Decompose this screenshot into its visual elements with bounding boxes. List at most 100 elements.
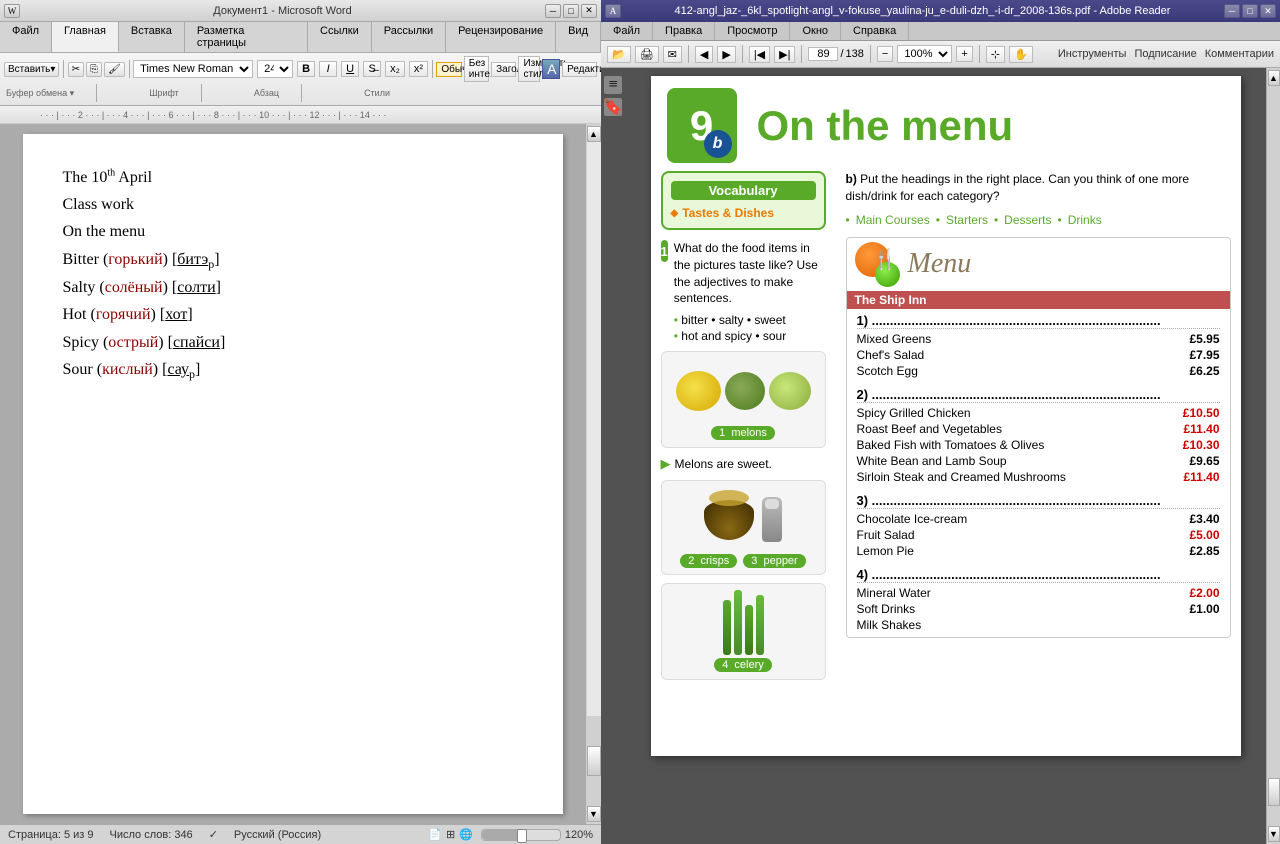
copy-button[interactable]: ⎘ — [86, 62, 102, 77]
word-line-classwork: Class work — [63, 191, 523, 218]
word-minimize-button[interactable]: ─ — [545, 4, 561, 18]
item-name: Chocolate Ice-cream — [857, 512, 968, 526]
superscript-button[interactable]: x² — [409, 61, 428, 77]
crisps-illustration — [668, 487, 819, 552]
italic-button[interactable]: I — [319, 61, 337, 77]
item-price: £1.00 — [1189, 602, 1219, 616]
paste-button[interactable]: Вставить▾ — [4, 62, 59, 77]
find-button[interactable]: A — [542, 59, 560, 79]
pdf-tools-button[interactable]: Инструменты — [1058, 48, 1127, 60]
item-name: Chef's Salad — [857, 348, 925, 362]
word-tab-mail[interactable]: Рассылки — [372, 22, 446, 52]
vocab-subtitle: ◆ Tastes & Dishes — [671, 206, 816, 220]
pdf-last-button[interactable]: ▶| — [774, 46, 795, 63]
bullet-dot2: • — [936, 213, 940, 227]
word-tab-insert[interactable]: Вставка — [119, 22, 185, 52]
font-size-select[interactable]: 24 — [257, 60, 293, 78]
menu-item-row: Soft Drinks £1.00 — [857, 601, 1220, 617]
pdf-open-button[interactable]: 📂 — [607, 46, 631, 63]
bold-button[interactable]: B — [297, 61, 315, 77]
word-scrollbar[interactable]: ▲ ▼ — [585, 124, 601, 824]
pdf-tab-view[interactable]: Просмотр — [715, 22, 790, 40]
pdf-prev-button[interactable]: ◀ — [695, 46, 713, 63]
word-line-hot: Hot (горячий) [хот] — [63, 301, 523, 328]
menu-fork-knife-icon: 🍴 — [873, 247, 898, 272]
pdf-select-button[interactable]: ⊹ — [986, 46, 1005, 63]
font-controls: Times New Roman 24 B I U S̶ x₂ x² — [133, 60, 428, 78]
bullet-item-1: bitter • salty • sweet — [674, 313, 826, 327]
pdf-zoom-in-button[interactable]: + — [956, 46, 972, 62]
scrollbar-up-button[interactable]: ▲ — [587, 126, 601, 142]
style-heading-button[interactable]: Заголов... — [491, 62, 516, 77]
diamond-icon: ◆ — [671, 208, 679, 219]
editing-button[interactable]: Редактирование▾ — [562, 62, 597, 77]
para-label: Абзац — [254, 88, 279, 98]
scrollbar-down-button[interactable]: ▼ — [587, 806, 601, 822]
category-starters: Starters — [946, 213, 988, 227]
subscript-button[interactable]: x₂ — [385, 61, 405, 77]
pdf-comments-button[interactable]: Комментарии — [1205, 48, 1274, 60]
menu-item-row: Fruit Salad £5.00 — [857, 527, 1220, 543]
word-tab-review[interactable]: Рецензирование — [446, 22, 556, 52]
style-normal-button[interactable]: Обычный — [436, 62, 461, 77]
pdf-zoom-out-button[interactable]: − — [877, 46, 893, 62]
style-noformat-button[interactable]: Без инте... — [464, 56, 489, 82]
item-name: Soft Drinks — [857, 602, 916, 616]
pdf-tab-window[interactable]: Окно — [790, 22, 841, 40]
pdf-email-button[interactable]: ✉ — [663, 46, 682, 63]
word-tab-home[interactable]: Главная — [52, 22, 119, 52]
zoom-slider[interactable] — [481, 829, 561, 841]
font-family-select[interactable]: Times New Roman — [133, 60, 253, 78]
pdf-sign-button[interactable]: Подписание — [1134, 48, 1196, 60]
bullet-item-2: hot and spicy • sour — [674, 329, 826, 343]
pdf-next-button[interactable]: ▶ — [717, 46, 735, 63]
menu-box: 🍴 Menu The Ship Inn 1) .................… — [846, 237, 1231, 638]
menu-categories: • Main Courses • Starters • Desserts • D… — [846, 213, 1231, 227]
view-web-icon[interactable]: 🌐 — [459, 828, 473, 841]
word-tab-file[interactable]: Файл — [0, 22, 52, 52]
pdf-zoom-select[interactable]: 100% — [897, 45, 952, 63]
pepper-label: 3 pepper — [743, 554, 805, 568]
word-window-title: Документ1 - Microsoft Word — [213, 5, 351, 17]
language: Русский (Россия) — [234, 829, 321, 841]
underline-button[interactable]: U — [341, 61, 359, 77]
pdf-tab-help[interactable]: Справка — [841, 22, 909, 40]
word-close-button[interactable]: ✕ — [581, 4, 597, 18]
word-tab-layout[interactable]: Разметка страницы — [185, 22, 308, 52]
view-print-icon[interactable]: 📄 — [428, 828, 442, 841]
pdf-bookmarks-icon[interactable]: 🔖 — [604, 98, 622, 116]
pdf-scroll-up-button[interactable]: ▲ — [1268, 70, 1280, 86]
scrollbar-thumb[interactable] — [587, 746, 601, 776]
pdf-scroll-down-button[interactable]: ▼ — [1268, 826, 1280, 842]
pdf-scroll-thumb[interactable] — [1268, 778, 1280, 806]
pdf-thumbs-icon[interactable]: ≡ — [604, 76, 622, 94]
format-painter-button[interactable]: 🖌 — [104, 62, 125, 77]
cut-button[interactable]: ✂ — [68, 62, 84, 77]
pdf-tab-edit[interactable]: Правка — [653, 22, 715, 40]
item-name: Spicy Grilled Chicken — [857, 406, 971, 420]
styles-label: Стили — [364, 88, 390, 98]
pdf-panel: Файл Правка Просмотр Окно Справка 📂 🖨 ✉ … — [601, 22, 1280, 844]
question-1-text: What do the food items in the pictures t… — [674, 240, 826, 307]
word-maximize-button[interactable]: □ — [563, 4, 579, 18]
strikethrough-button[interactable]: S̶ — [363, 61, 381, 77]
pdf-sidebar-strip: ≡ 🔖 — [601, 68, 625, 844]
pdf-maximize-button[interactable]: □ — [1242, 4, 1258, 18]
menu-section-4: 4) .....................................… — [847, 563, 1230, 637]
change-styles-button[interactable]: Изменить стили▾ — [518, 56, 540, 82]
pdf-close-button[interactable]: ✕ — [1260, 4, 1276, 18]
pdf-scrollbar[interactable]: ▲ ▼ — [1266, 68, 1280, 844]
word-tab-view[interactable]: Вид — [556, 22, 601, 52]
pdf-tab-file[interactable]: Файл — [601, 22, 653, 40]
view-fullscreen-icon[interactable]: ⊞ — [446, 828, 455, 841]
pdf-hand-button[interactable]: ✋ — [1009, 46, 1033, 63]
page-number-input[interactable]: 89 — [808, 47, 838, 61]
pdf-minimize-button[interactable]: ─ — [1224, 4, 1240, 18]
menu-section-3: 3) .....................................… — [847, 489, 1230, 563]
word-tab-refs[interactable]: Ссылки — [308, 22, 372, 52]
pdf-first-button[interactable]: |◀ — [749, 46, 770, 63]
bullet-dot4: • — [1058, 213, 1062, 227]
pdf-print-button[interactable]: 🖨 — [635, 46, 659, 63]
sep4 — [96, 84, 97, 102]
item-price: £3.40 — [1189, 512, 1219, 526]
